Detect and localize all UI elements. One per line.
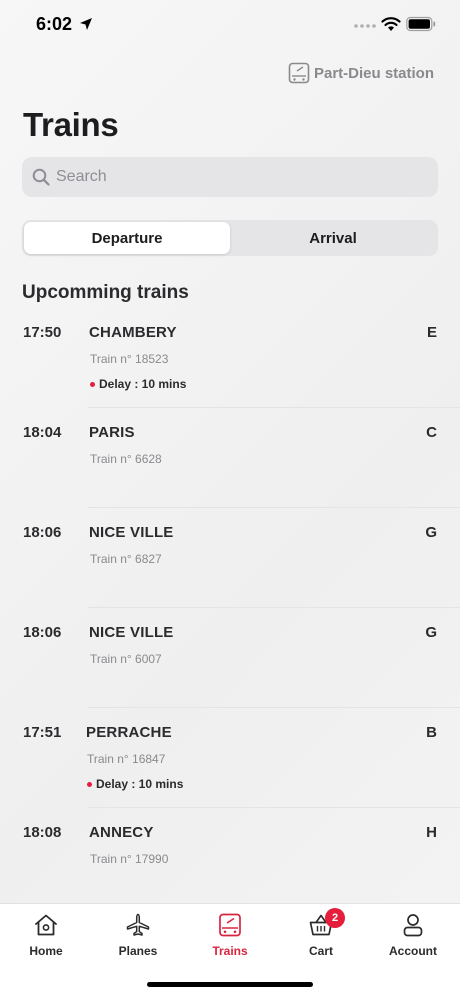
train-row[interactable]: 18:04 PARIS C Train n° 6628 [0,408,460,508]
status-time: 6:02 [36,14,73,34]
train-row[interactable]: 18:08 ANNECY H Train n° 17990 [0,808,460,908]
battery-icon [406,16,436,32]
train-number: Train n° 17990 [90,852,169,866]
train-time: 18:04 [23,424,62,441]
train-destination: CHAMBERY [89,324,177,341]
delay-text: Delay : 10 mins [96,777,184,791]
train-time: 17:51 [23,724,62,741]
train-row[interactable]: 18:06 NICE VILLE G Train n° 6007 [0,608,460,708]
train-number: Train n° 16847 [87,752,166,766]
train-destination: ANNECY [89,824,154,841]
tab-label: Account [389,944,437,958]
train-number: Train n° 18523 [90,352,169,366]
account-icon [403,914,423,937]
train-time: 18:06 [23,524,62,541]
section-title: Upcomming trains [22,282,189,303]
train-destination: PARIS [89,424,135,441]
delay-dot-icon [87,781,92,787]
tab-home[interactable]: Home [6,910,86,966]
train-destination: NICE VILLE [89,624,174,641]
train-list: 17:50 CHAMBERY E Train n° 18523 Delay : … [0,308,460,908]
status-bar: 6:02 [0,0,460,50]
tab-trains[interactable]: Trains [190,910,270,966]
train-platform: G [425,624,437,641]
train-row[interactable]: 17:50 CHAMBERY E Train n° 18523 Delay : … [0,308,460,408]
train-time: 18:06 [23,624,62,641]
segment-arrival[interactable]: Arrival [230,222,436,254]
tab-planes[interactable]: Planes [98,910,178,966]
location-arrow-icon [80,18,92,30]
tab-label: Planes [118,944,158,958]
tab-label: Home [29,944,63,958]
train-number: Train n° 6827 [90,552,162,566]
home-indicator [147,982,313,987]
tab-label: Trains [212,944,248,958]
train-row[interactable]: 17:51 PERRACHE B Train n° 16847 Delay : … [0,708,460,808]
train-platform: G [425,524,437,541]
delay-text: Delay : 10 mins [99,377,187,391]
train-row[interactable]: 18:06 NICE VILLE G Train n° 6827 [0,508,460,608]
train-time: 18:08 [23,824,62,841]
train-icon [288,62,310,84]
train-platform: H [426,824,437,841]
cart-badge: 2 [325,908,345,928]
train-platform: C [426,424,437,441]
delay-dot-icon [90,381,95,387]
direction-segmented-control: Departure Arrival [22,220,438,256]
segment-departure[interactable]: Departure [24,222,230,254]
plane-icon [126,913,150,936]
station-selector[interactable]: Part-Dieu station [288,62,434,84]
train-delay: Delay : 10 mins [90,377,186,391]
station-label: Part-Dieu station [313,64,434,82]
tab-cart[interactable]: 2 Cart [281,908,361,966]
search-icon [32,168,50,186]
train-destination: PERRACHE [86,724,172,741]
tab-label: Cart [308,944,333,958]
home-icon [35,914,57,936]
tab-account[interactable]: Account [373,910,453,966]
search-input[interactable] [56,168,416,186]
train-platform: E [426,324,437,341]
search-bar[interactable] [22,157,438,197]
signal-icon [354,24,376,28]
page-title: Trains [23,106,119,143]
train-destination: NICE VILLE [89,524,174,541]
train-platform: B [426,724,437,741]
train-number: Train n° 6007 [90,652,162,666]
train-time: 17:50 [23,324,62,341]
train-number: Train n° 6628 [90,452,162,466]
wifi-icon [381,17,401,31]
train-icon [219,913,241,937]
train-delay: Delay : 10 mins [87,777,183,791]
